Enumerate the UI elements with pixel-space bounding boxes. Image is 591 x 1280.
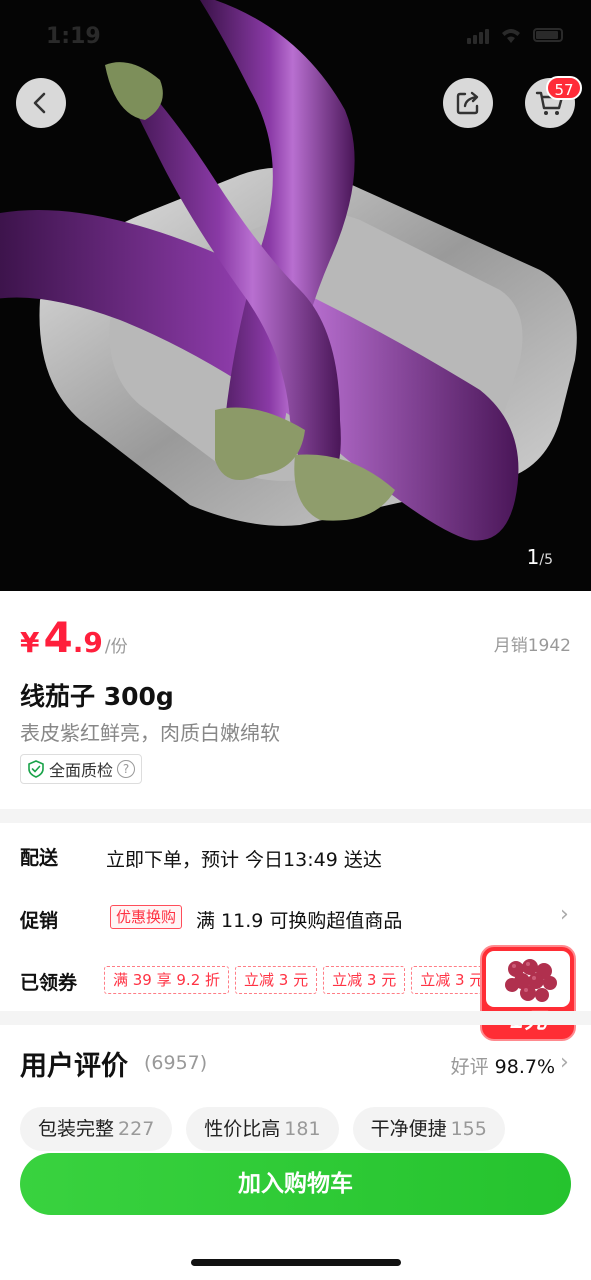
review-tag[interactable]: 性价比高 181 bbox=[186, 1107, 339, 1151]
section-divider bbox=[0, 1011, 591, 1025]
review-tag-count: 181 bbox=[284, 1118, 321, 1140]
product-price: ¥ 4 .9 /份 bbox=[20, 613, 128, 662]
share-icon bbox=[456, 91, 479, 115]
product-subtitle: 表皮紫红鲜亮，肉质白嫩绵软 bbox=[20, 721, 280, 745]
chevron-left-icon bbox=[33, 92, 46, 114]
shield-check-icon bbox=[28, 760, 44, 778]
positive-rate-value: 98.7% bbox=[494, 1056, 555, 1078]
delivery-label: 配送 bbox=[20, 847, 59, 869]
review-tag-label: 包装完整 bbox=[38, 1118, 115, 1140]
cart-count-badge: 57 bbox=[546, 76, 582, 100]
home-indicator bbox=[191, 1259, 401, 1266]
coupon-item[interactable]: 立减 3 元 bbox=[323, 966, 406, 994]
product-photo bbox=[0, 0, 591, 591]
monthly-sales: 月销1942 bbox=[493, 636, 571, 656]
coupon-item[interactable]: 满 39 享 9.2 折 bbox=[104, 966, 230, 994]
coupon-item[interactable]: 立减 3 元 bbox=[235, 966, 318, 994]
status-bar: 1:19 bbox=[0, 0, 591, 70]
positive-rate-label: 好评 bbox=[450, 1056, 489, 1078]
promotion-text[interactable]: 满 11.9 可换购超值商品 bbox=[196, 906, 402, 933]
status-icons bbox=[467, 26, 563, 44]
quality-check-tag[interactable]: 全面质检 ? bbox=[20, 754, 143, 784]
section-divider bbox=[0, 809, 591, 823]
review-tag-list: 包装完整 227 性价比高 181 干净便捷 155 bbox=[20, 1107, 505, 1151]
review-tag-count: 227 bbox=[118, 1118, 155, 1140]
positive-rate[interactable]: 好评 98.7% bbox=[451, 1052, 555, 1079]
chevron-right-icon[interactable]: › bbox=[560, 902, 569, 927]
gallery-total-pages: /5 bbox=[539, 552, 553, 568]
reviews-count: (6957) bbox=[144, 1052, 208, 1074]
review-tag-label: 性价比高 bbox=[204, 1118, 281, 1140]
signal-icon bbox=[467, 26, 489, 44]
share-button[interactable] bbox=[443, 78, 493, 128]
promotion-label: 促销 bbox=[20, 910, 59, 932]
gallery-page-indicator: 1/5 bbox=[527, 545, 553, 569]
price-unit: /份 bbox=[104, 637, 128, 657]
price-integer: 4 bbox=[43, 613, 73, 662]
gallery-current-page: 1 bbox=[526, 545, 540, 569]
status-time: 1:19 bbox=[46, 24, 101, 49]
review-tag-label: 干净便捷 bbox=[370, 1118, 447, 1140]
wifi-icon bbox=[502, 29, 520, 43]
grapes-image bbox=[486, 951, 570, 1007]
product-title: 线茄子 300g bbox=[20, 682, 174, 711]
add-to-cart-button[interactable]: 加入购物车 bbox=[20, 1153, 571, 1215]
floating-promo-banner[interactable]: 1元 bbox=[480, 945, 576, 1041]
quality-check-label: 全面质检 bbox=[49, 761, 114, 780]
product-info: ¥ 4 .9 /份 月销1942 线茄子 300g 表皮紫红鲜亮，肉质白嫩绵软 … bbox=[0, 591, 591, 809]
chevron-right-icon[interactable]: › bbox=[560, 1050, 569, 1075]
reviews-title: 用户评价 bbox=[20, 1051, 128, 1082]
help-icon[interactable]: ? bbox=[117, 760, 136, 778]
price-symbol: ¥ bbox=[20, 626, 40, 659]
price-decimal: .9 bbox=[72, 626, 103, 659]
battery-icon bbox=[533, 28, 563, 42]
coupons-label: 已领券 bbox=[20, 972, 78, 994]
delivery-text: 立即下单，预计 今日13:49 送达 bbox=[106, 849, 382, 871]
review-tag[interactable]: 干净便捷 155 bbox=[352, 1107, 505, 1151]
product-image-gallery[interactable]: 1:19 57 1/5 bbox=[0, 0, 591, 591]
promotion-tag: 优惠换购 bbox=[110, 905, 183, 929]
back-button[interactable] bbox=[16, 78, 66, 128]
coupon-list[interactable]: 满 39 享 9.2 折 立减 3 元 立减 3 元 立减 3 元 bbox=[104, 966, 494, 994]
review-tag[interactable]: 包装完整 227 bbox=[20, 1107, 173, 1151]
review-tag-count: 155 bbox=[450, 1118, 487, 1140]
